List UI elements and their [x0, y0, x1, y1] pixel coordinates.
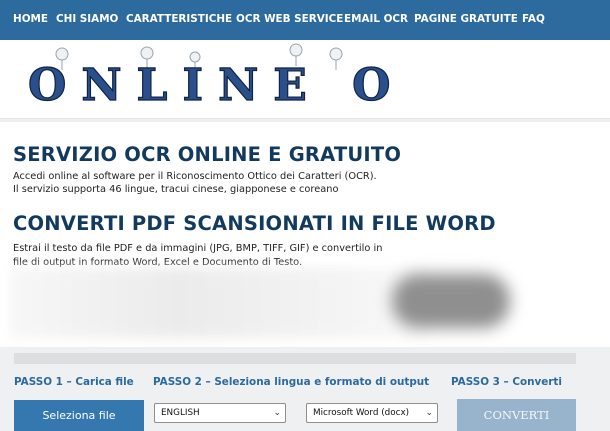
chevron-down-icon: ⌄	[273, 408, 281, 418]
step-2-label: PASSO 2 – Seleziona lingua e formato di …	[153, 376, 430, 388]
chevron-down-icon: ⌄	[425, 408, 433, 418]
select-file-button[interactable]: Seleziona file	[14, 400, 144, 431]
section-title: CONVERTI PDF SCANSIONATI IN FILE WORD	[13, 212, 496, 235]
language-select-value: ENGLISH	[161, 408, 200, 418]
nav-chi-siamo[interactable]: CHI SIAMO	[56, 13, 118, 25]
intro-line-1: Accedi online al software per il Riconos…	[13, 171, 377, 182]
nav-email-ocr[interactable]: EMAIL OCR	[344, 13, 408, 25]
blurred-ad-button	[392, 274, 510, 328]
nav-pagine-gratuite[interactable]: PAGINE GRATUITE	[414, 13, 518, 25]
logo-text: ONLINE OCR	[28, 60, 390, 111]
description-line-1: Estrai il testo da file PDF e da immagin…	[13, 243, 383, 254]
language-select[interactable]: ENGLISH ⌄	[154, 403, 286, 423]
output-format-select[interactable]: Microsoft Word (docx) ⌄	[306, 403, 438, 423]
convert-button[interactable]: CONVERTI	[457, 399, 576, 431]
intro-line-2: Il servizio supporta 46 lingue, tracui c…	[13, 184, 339, 195]
nav-faq[interactable]: FAQ	[522, 13, 545, 25]
nav-caratteristiche[interactable]: CARATTERISTICHE	[126, 13, 232, 25]
blurred-ad-banner	[10, 268, 430, 338]
step-3-label: PASSO 3 – Converti	[451, 376, 562, 388]
top-navbar: HOME CHI SIAMO CARATTERISTICHE OCR WEB S…	[0, 0, 610, 40]
page-title: SERVIZIO OCR ONLINE E GRATUITO	[13, 143, 402, 166]
online-ocr-logo[interactable]: ONLINE OCR	[10, 40, 390, 118]
nav-ocr-web-service[interactable]: OCR WEB SERVICE	[236, 13, 343, 25]
step-progress-track	[14, 353, 576, 364]
logo-area: ONLINE OCR	[0, 40, 610, 119]
step-1-label: PASSO 1 – Carica file	[14, 376, 134, 388]
nav-home[interactable]: HOME	[13, 13, 48, 25]
output-format-value: Microsoft Word (docx)	[313, 408, 410, 418]
